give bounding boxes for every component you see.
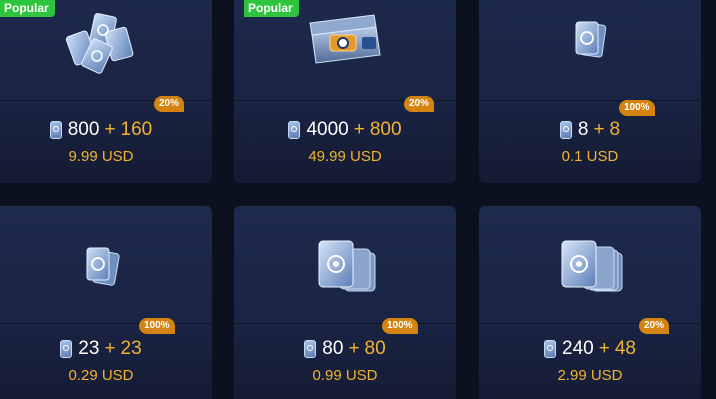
price: 0.99 USD — [312, 367, 378, 384]
plus-sign: + — [104, 119, 116, 140]
product-art — [479, 0, 701, 80]
bonus-badge: 20% — [154, 96, 185, 112]
base-amount: 80 — [322, 338, 344, 359]
card-currency-icon — [288, 121, 301, 139]
card-currency-icon — [304, 340, 317, 358]
product-card-800[interactable]: Popular 20% 800 + 160 9.99 USD — [0, 0, 212, 183]
base-amount: 4000 — [306, 119, 349, 140]
card-pile-icon — [65, 13, 134, 74]
plus-sign: + — [348, 338, 360, 359]
base-amount: 23 — [78, 338, 100, 359]
card-currency-icon — [60, 340, 73, 358]
bonus-amount: 8 — [609, 119, 621, 140]
bonus-badge: 20% — [404, 96, 435, 112]
amount-row: 4000 + 800 — [234, 119, 456, 141]
price: 9.99 USD — [68, 148, 134, 165]
amount-row: 800 + 160 — [0, 119, 212, 141]
product-card-8[interactable]: 100% 8 + 8 0.1 USD — [479, 0, 701, 183]
plus-sign: + — [104, 338, 116, 359]
amount-row: 23 + 23 — [0, 338, 212, 360]
bonus-badge: 100% — [382, 318, 418, 334]
treasure-chest-icon — [309, 14, 381, 64]
card-stack-large-icon — [561, 240, 623, 292]
plus-sign: + — [593, 119, 605, 140]
bonus-amount: 160 — [120, 119, 153, 140]
base-amount: 800 — [67, 119, 100, 140]
product-art — [234, 216, 456, 316]
bonus-amount: 23 — [120, 338, 142, 359]
plus-sign: + — [353, 119, 365, 140]
amount-row: 8 + 8 — [479, 119, 701, 141]
bonus-amount: 48 — [614, 338, 636, 359]
bonus-badge: 100% — [139, 318, 175, 334]
single-card-icon — [575, 21, 607, 58]
product-art — [479, 216, 701, 316]
card-divider — [234, 323, 456, 324]
card-divider — [0, 323, 212, 324]
popular-badge: Popular — [0, 0, 55, 17]
card-currency-icon — [544, 340, 557, 358]
bonus-badge: 100% — [619, 100, 655, 116]
card-currency-icon — [559, 121, 572, 139]
amount-row: 80 + 80 — [234, 338, 456, 360]
price: 49.99 USD — [308, 148, 382, 165]
product-card-4000[interactable]: Popular 20% 4000 + 800 49.99 USD — [234, 0, 456, 183]
product-art — [0, 216, 212, 316]
shop-grid: Popular 20% 800 + 160 9.99 USD Popular 2… — [0, 0, 716, 399]
card-currency-icon — [49, 121, 62, 139]
price: 0.29 USD — [68, 367, 134, 384]
product-card-80[interactable]: 100% 80 + 80 0.99 USD — [234, 206, 456, 399]
popular-badge: Popular — [244, 0, 299, 17]
card-stack-icon — [318, 240, 376, 292]
product-card-23[interactable]: 100% 23 + 23 0.29 USD — [0, 206, 212, 399]
bonus-badge: 20% — [639, 318, 670, 334]
price: 2.99 USD — [557, 367, 623, 384]
price: 0.1 USD — [561, 148, 619, 165]
base-amount: 8 — [577, 119, 589, 140]
product-card-240[interactable]: 20% 240 + 48 2.99 USD — [479, 206, 701, 399]
bonus-amount: 80 — [364, 338, 386, 359]
base-amount: 240 — [562, 338, 594, 359]
amount-row: 240 + 48 — [479, 338, 701, 360]
plus-sign: + — [598, 338, 610, 359]
card-pair-icon — [86, 247, 120, 286]
card-divider — [479, 100, 701, 101]
bonus-amount: 800 — [369, 119, 402, 140]
